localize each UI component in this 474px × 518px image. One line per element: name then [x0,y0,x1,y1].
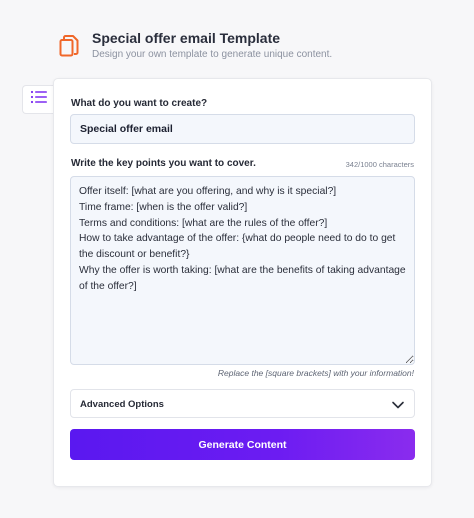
key-points-textarea[interactable]: Offer itself: [what are you offering, an… [70,176,415,365]
key-points-label: Write the key points you want to cover. [71,158,256,169]
create-input[interactable] [70,114,415,144]
create-label: What do you want to create? [71,98,208,109]
chevron-down-icon [391,398,405,410]
page-title: Special offer email Template [92,30,281,46]
sidebar-toggle-button[interactable] [22,85,54,114]
page-header: Special offer email Template Design your… [58,30,454,66]
generate-content-button[interactable]: Generate Content [70,429,415,460]
advanced-options-dropdown[interactable]: Advanced Options [70,389,415,418]
template-form-card: What do you want to create? Write the ke… [53,78,432,487]
page-subtitle: Design your own template to generate uni… [92,49,333,60]
copy-document-icon [58,34,80,58]
template-page: Special offer email Template Design your… [0,0,474,518]
advanced-options-label: Advanced Options [80,399,164,410]
character-count: 342/1000 characters [345,160,414,169]
replace-hint: Replace the [square brackets] with your … [217,368,414,378]
list-icon [30,90,48,109]
